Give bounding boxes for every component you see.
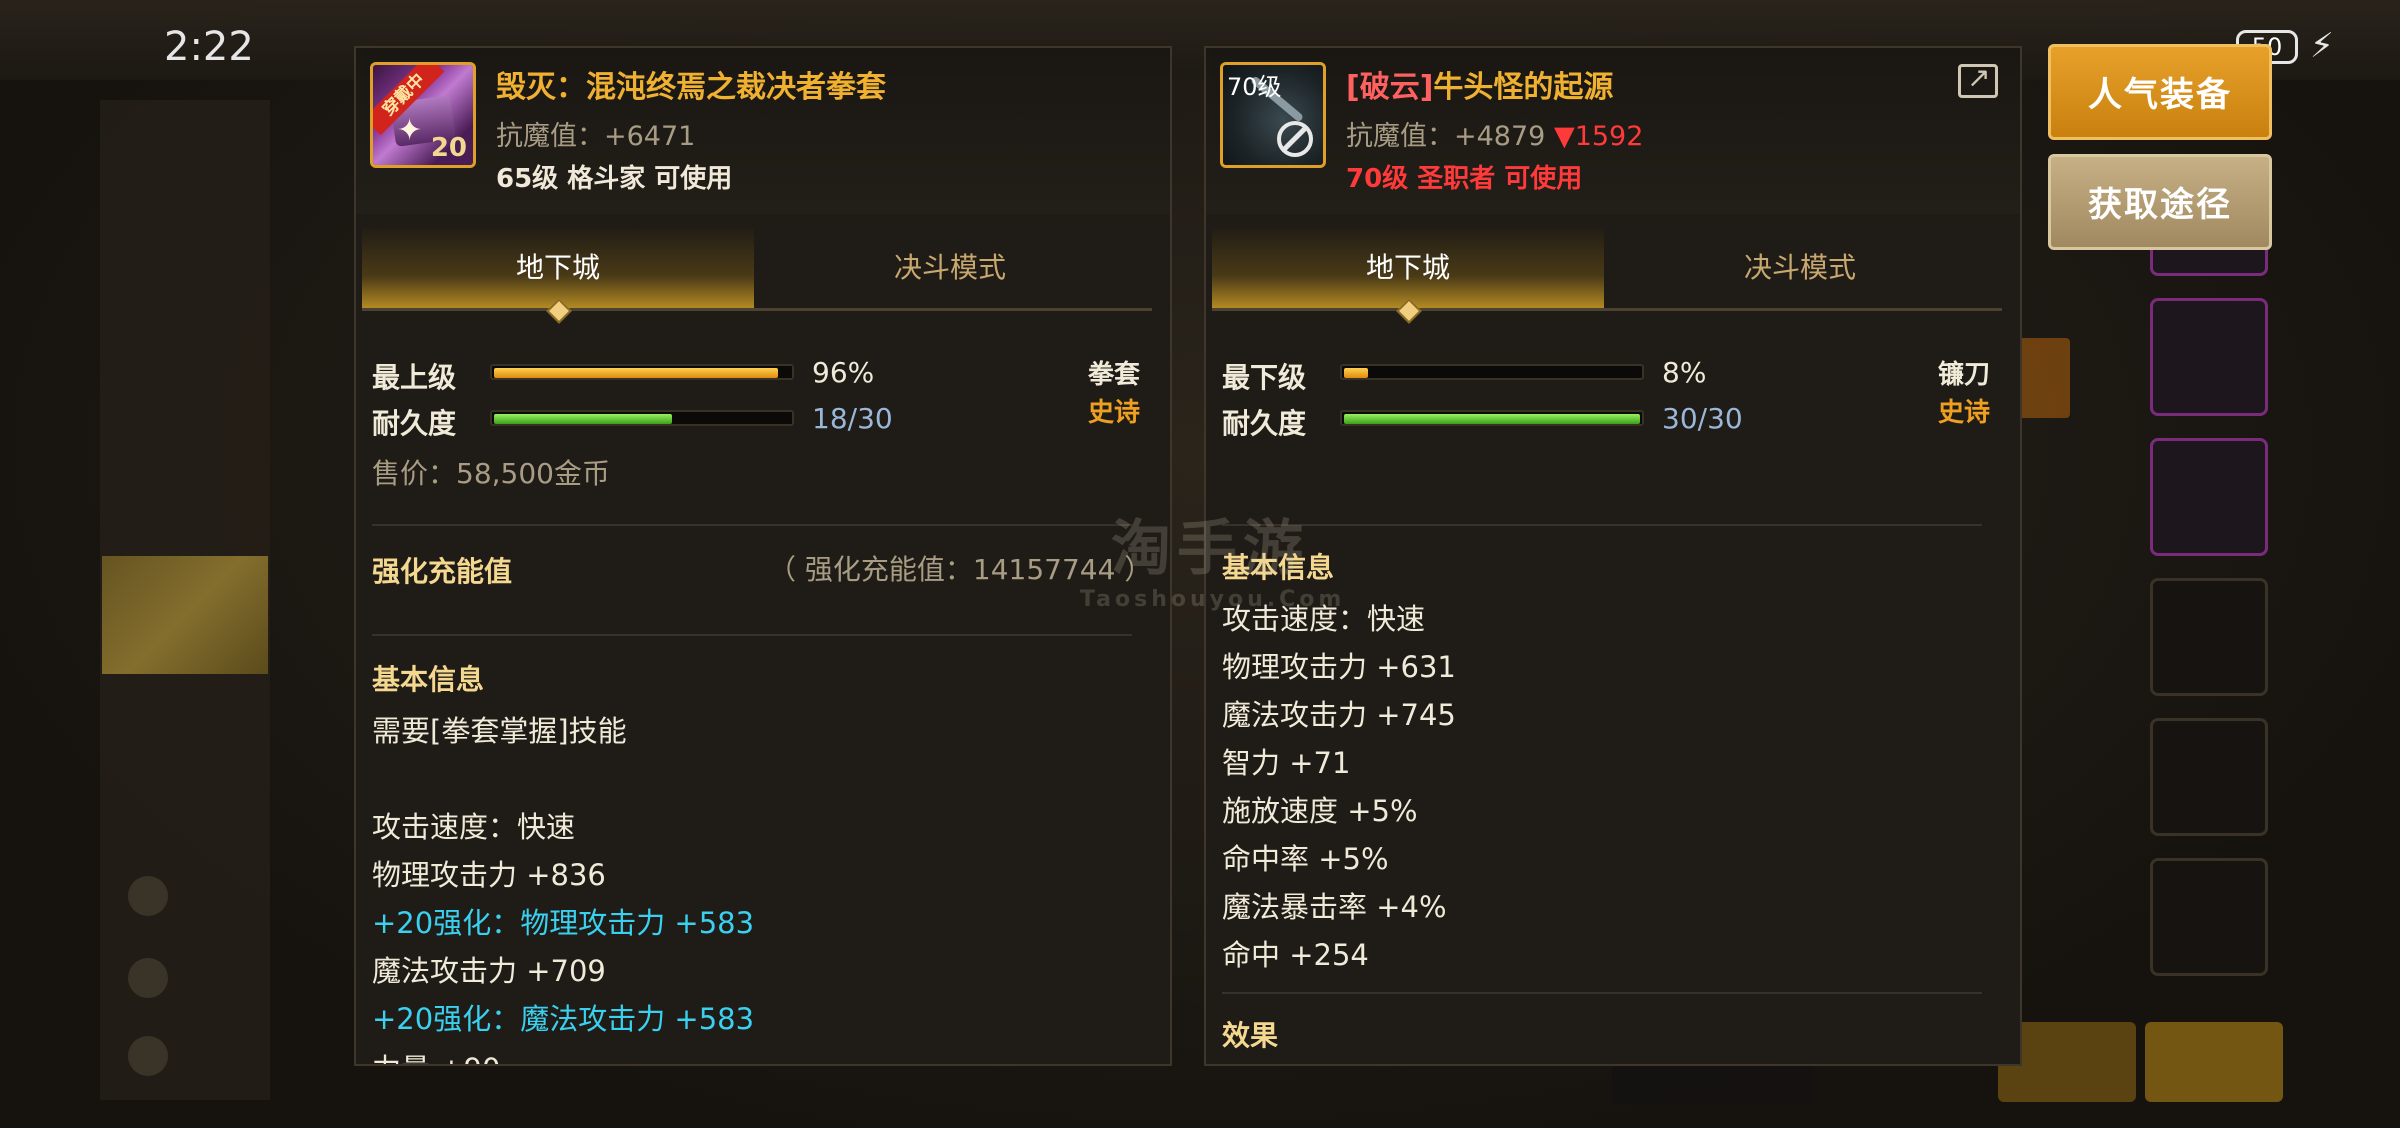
reinforce-stat-line: +20强化：物理攻击力 +583 bbox=[372, 906, 755, 940]
magic-resist: 抗魔值：+6471 bbox=[496, 121, 696, 152]
stat-line: 魔法暴击率 +4% bbox=[1222, 890, 1447, 924]
unusable-icon bbox=[1277, 121, 1313, 157]
durability-label: 耐久度 bbox=[1222, 407, 1307, 440]
grade-bar bbox=[490, 364, 794, 380]
divider bbox=[1222, 992, 1982, 994]
divider bbox=[372, 634, 1132, 636]
bg-inventory-slots bbox=[2150, 210, 2270, 998]
item-icon[interactable]: 70级 bbox=[1220, 62, 1326, 168]
tab-dungeon[interactable]: 地下城 bbox=[362, 228, 754, 308]
item-header: 穿戴中 ✦ 20 毁灭：混沌终焉之裁决者拳套 抗魔值：+6471 65级 格斗家… bbox=[356, 48, 1170, 214]
stat-line: 需要[拳套掌握]技能 bbox=[372, 714, 627, 748]
watermark: 淘手游 Taoshouyou.Com bbox=[1080, 500, 1346, 612]
divider bbox=[372, 524, 1132, 526]
magic-resist: 抗魔值：+4879 ▼1592 bbox=[1346, 114, 1643, 153]
item-header: 70级 [破云]牛头怪的起源 抗魔值：+4879 ▼1592 70级 圣职者 可… bbox=[1206, 48, 2020, 214]
grade-bar bbox=[1340, 364, 1644, 380]
durability-bar bbox=[1340, 410, 1644, 426]
obtain-route-button[interactable]: 获取途径 bbox=[2048, 154, 2272, 250]
sell-price: 售价：58,500金币 bbox=[372, 457, 610, 490]
item-name: [破云]牛头怪的起源 bbox=[1346, 62, 1613, 106]
bg-sidebar-icon bbox=[128, 1036, 168, 1076]
tab-underline bbox=[362, 308, 1152, 311]
usage-requirement: 65级 格斗家 可使用 bbox=[496, 164, 733, 194]
reinforce-title: 强化充能值 bbox=[372, 555, 513, 588]
stat-line: 魔法攻击力 +745 bbox=[1222, 698, 1456, 732]
grade-bar-fill bbox=[1344, 368, 1368, 378]
reinforce-stat-line: +20强化：魔法攻击力 +583 bbox=[372, 1002, 755, 1036]
stat-line: 魔法攻击力 +709 bbox=[372, 954, 606, 988]
tab-pvp[interactable]: 决斗模式 bbox=[1604, 228, 1996, 308]
stat-line: 物理攻击力 +836 bbox=[372, 858, 606, 892]
bg-sidebar-active-item bbox=[102, 556, 268, 674]
magic-resist-diff: ▼1592 bbox=[1553, 121, 1644, 152]
durability-value: 18/30 bbox=[812, 402, 893, 435]
grade-percent: 8% bbox=[1662, 356, 1707, 389]
item-icon[interactable]: 穿戴中 ✦ 20 bbox=[370, 62, 476, 168]
basic-info-title: 基本信息 bbox=[372, 663, 485, 696]
item-level-tag: 70级 bbox=[1227, 73, 1282, 101]
durability-bar-fill bbox=[494, 414, 672, 424]
watermark-main: 淘手游 bbox=[1111, 514, 1309, 584]
stat-line: 命中 +254 bbox=[1222, 938, 1369, 972]
equipped-item-tooltip: 穿戴中 ✦ 20 毁灭：混沌终焉之裁决者拳套 抗魔值：+6471 65级 格斗家… bbox=[354, 46, 1172, 1066]
tab-dungeon[interactable]: 地下城 bbox=[1212, 228, 1604, 308]
stat-line: 智力 +71 bbox=[1222, 746, 1351, 780]
durability-bar-fill bbox=[1344, 414, 1640, 424]
stat-line: 物理攻击力 +631 bbox=[1222, 650, 1456, 684]
reinforce-level: 20 bbox=[430, 133, 467, 163]
bg-split-button bbox=[2145, 1022, 2283, 1102]
weapon-type: 镰刀 bbox=[1937, 360, 1990, 390]
stat-line: 施放速度 +5% bbox=[1222, 794, 1418, 828]
charging-icon: ⚡ bbox=[2310, 26, 2334, 66]
durability-value: 30/30 bbox=[1662, 402, 1743, 435]
watermark-sub: Taoshouyou.Com bbox=[1080, 587, 1346, 612]
grade-bar-fill bbox=[494, 368, 779, 378]
durability-bar bbox=[490, 410, 794, 426]
magic-resist-value: 抗魔值：+4879 bbox=[1346, 121, 1546, 152]
weapon-type: 拳套 bbox=[1087, 360, 1140, 390]
mode-tabs: 地下城 决斗模式 bbox=[362, 228, 1152, 324]
grade-percent: 96% bbox=[812, 356, 875, 389]
sparkle-icon: ✦ bbox=[397, 113, 423, 148]
popular-equipment-button[interactable]: 人气装备 bbox=[2048, 44, 2272, 140]
durability-label: 耐久度 bbox=[372, 407, 457, 440]
stat-line: 力量 +90 bbox=[372, 1046, 500, 1064]
tab-pvp[interactable]: 决斗模式 bbox=[754, 228, 1146, 308]
mode-tabs: 地下城 决斗模式 bbox=[1212, 228, 2002, 324]
grade-label: 最上级 bbox=[372, 361, 457, 394]
item-name: 毁灭：混沌终焉之裁决者拳套 bbox=[496, 70, 886, 105]
tab-underline bbox=[1212, 308, 2002, 311]
grade-label: 最下级 bbox=[1222, 361, 1307, 394]
share-icon[interactable] bbox=[1958, 61, 1998, 98]
effect-title: 效果 bbox=[1222, 1019, 1279, 1052]
stat-line: 攻击速度：快速 bbox=[372, 810, 576, 844]
stat-line: 命中率 +5% bbox=[1222, 842, 1389, 876]
item-name-text: 牛头怪的起源 bbox=[1433, 70, 1614, 105]
rarity-label: 史诗 bbox=[1937, 398, 1990, 428]
status-clock: 2:22 bbox=[164, 24, 254, 70]
item-name-prefix: [破云] bbox=[1346, 70, 1434, 105]
bg-sidebar-icon bbox=[128, 876, 168, 916]
rarity-label: 史诗 bbox=[1087, 398, 1140, 428]
usage-requirement: 70级 圣职者 可使用 bbox=[1346, 164, 1583, 194]
bg-sidebar-icon bbox=[128, 958, 168, 998]
